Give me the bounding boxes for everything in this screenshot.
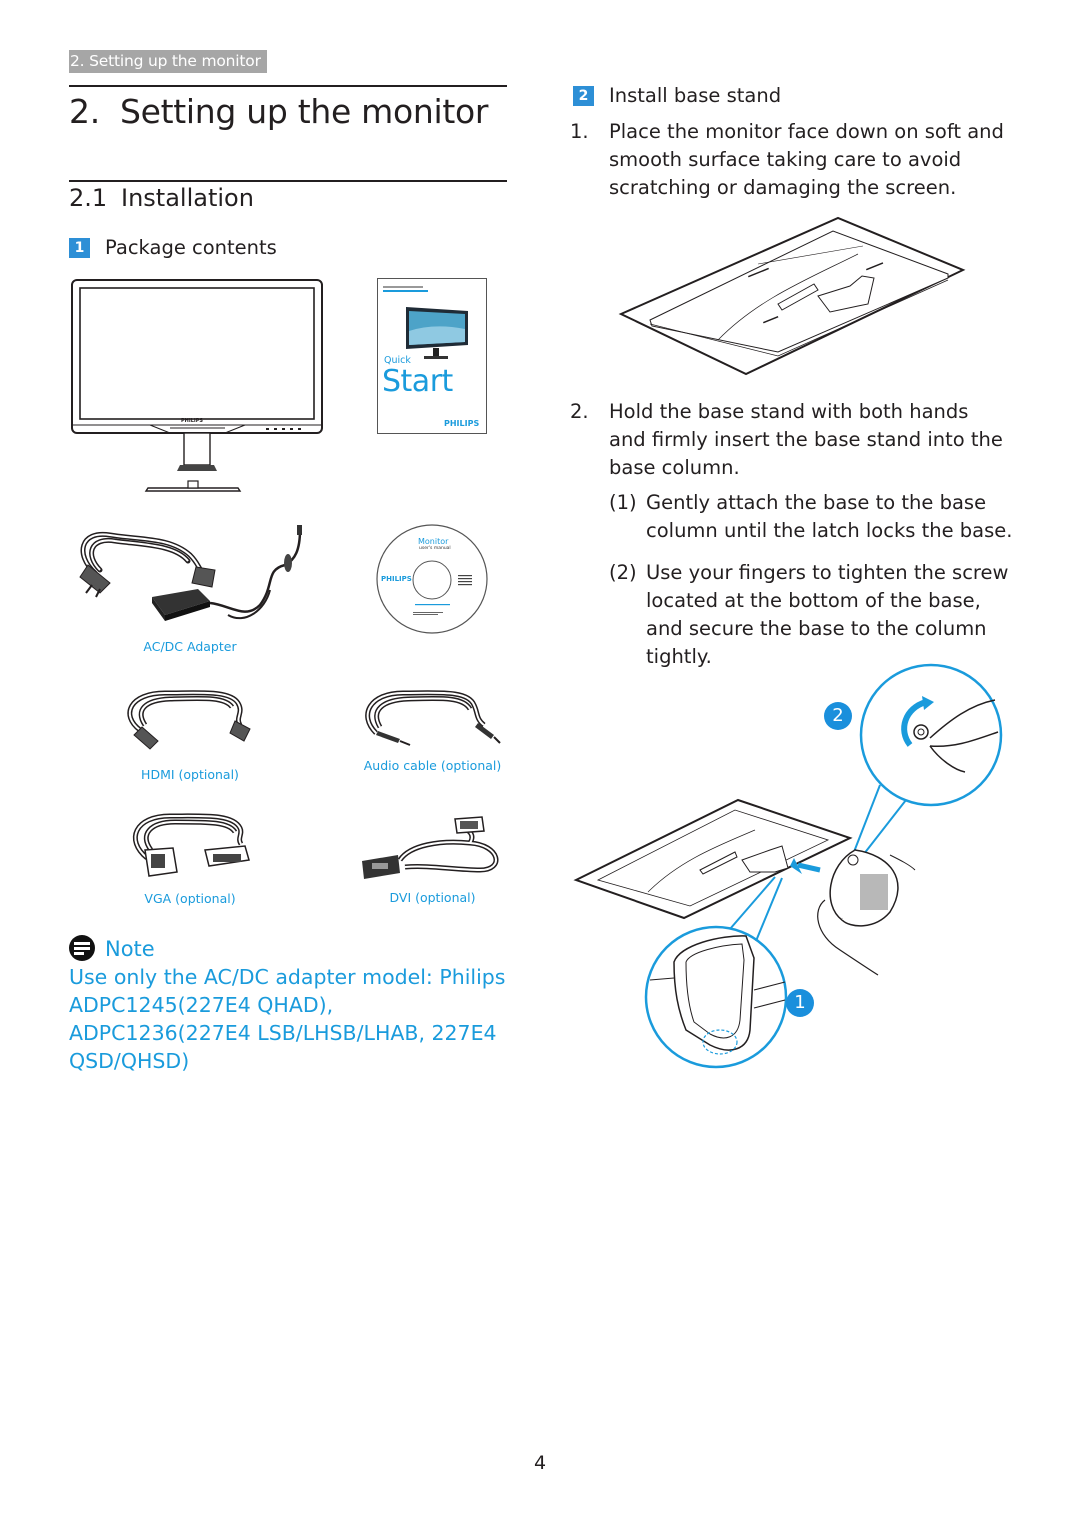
step-badge-1: 1 <box>69 238 90 258</box>
substep-number: (2) <box>609 561 637 584</box>
note-heading: Note <box>69 935 155 961</box>
quick-start-guide: Quick Start PHILIPS <box>377 278 487 434</box>
package-contents-heading: 1 Package contents <box>69 236 277 259</box>
step-number: 2. <box>570 400 589 423</box>
substep-text: Gently attach the base to the base colum… <box>646 491 1013 542</box>
callout-2: 2 <box>824 702 852 730</box>
note-text: Use only the AC/DC adapter model: Philip… <box>69 965 506 1073</box>
section-rule <box>69 180 507 182</box>
base-attach-illustration: 2 1 <box>570 660 1010 1070</box>
vga-cable-icon <box>133 813 250 877</box>
hdmi-cable-icon <box>127 690 251 750</box>
monitor-illustration: PHILIPS <box>70 278 325 498</box>
audio-cable-illustration <box>358 685 503 750</box>
audio-cable-icon <box>365 690 501 746</box>
cd-rom-illustration: Monitor user's manual PHILIPS <box>375 524 490 634</box>
monitor-face-down-icon <box>618 216 966 376</box>
note-icon <box>69 935 95 961</box>
step-number: 1. <box>570 120 589 143</box>
monitor-brand: PHILIPS <box>181 418 204 424</box>
dvi-cable-icon <box>362 816 499 879</box>
note-title: Note <box>105 937 155 961</box>
step-text: Place the monitor face down on soft and … <box>609 120 1004 199</box>
chapter-number: 2. <box>69 92 100 131</box>
guide-url <box>383 290 428 292</box>
guide-monitor-image <box>406 307 468 359</box>
audio-cable-caption: Audio cable (optional) <box>363 758 502 773</box>
install-base-title: Install base stand <box>609 84 782 107</box>
section-number: 2.1 <box>69 184 108 212</box>
guide-top-text <box>383 286 423 288</box>
power-adapter-icon <box>79 525 302 621</box>
disc-subtitle: user's manual <box>419 546 451 551</box>
substep-text: Use your fingers to tighten the screw lo… <box>646 561 1009 668</box>
guide-brand: PHILIPS <box>444 419 480 428</box>
chapter-rule <box>69 85 507 87</box>
ac-dc-adapter-illustration <box>70 525 315 630</box>
section-title-text: Installation <box>121 184 254 212</box>
page-number: 4 <box>533 1452 547 1474</box>
chapter-title: 2. Setting up the monitor <box>69 92 488 131</box>
substep-number: (1) <box>609 491 637 514</box>
dvi-caption: DVI (optional) <box>389 890 476 905</box>
step-text: Hold the base stand with both hands and … <box>609 400 1003 479</box>
vga-cable-illustration <box>125 810 260 880</box>
disc-brand: PHILIPS <box>381 575 412 583</box>
ac-dc-adapter-caption: AC/DC Adapter <box>143 639 237 654</box>
monitor-icon <box>71 279 323 492</box>
hdmi-caption: HDMI (optional) <box>141 767 239 782</box>
hdmi-cable-illustration <box>120 685 260 750</box>
vga-caption: VGA (optional) <box>144 891 236 906</box>
package-contents-title: Package contents <box>105 236 277 259</box>
step-badge-2: 2 <box>573 86 594 106</box>
section-title: 2.1 Installation <box>69 184 254 212</box>
guide-start-text: Start <box>382 364 453 399</box>
callout-1: 1 <box>786 989 814 1017</box>
breadcrumb: 2. Setting up the monitor <box>69 50 267 73</box>
install-base-heading: 2 Install base stand <box>573 84 781 107</box>
monitor-face-down-illustration <box>618 214 968 379</box>
dvi-cable-illustration <box>360 815 505 885</box>
disc-title: Monitor <box>418 537 449 546</box>
chapter-title-text: Setting up the monitor <box>120 92 489 131</box>
